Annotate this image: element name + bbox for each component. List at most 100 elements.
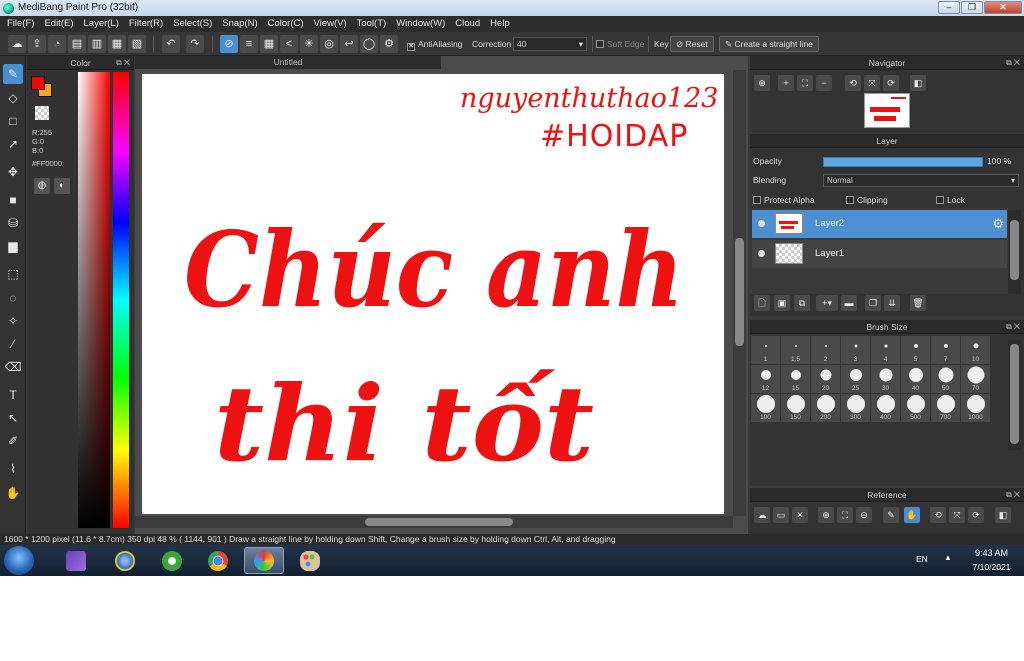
eyedropper-tool-icon[interactable]: ⌇: [3, 459, 23, 479]
menu-select[interactable]: Select(S): [168, 16, 217, 32]
brush-size-option[interactable]: 1: [751, 336, 780, 364]
comment-icon[interactable]: ◔: [48, 35, 66, 53]
layer-scrollbar[interactable]: [1008, 210, 1021, 294]
zoom-out-icon[interactable]: −: [816, 75, 832, 91]
taskbar-paint[interactable]: [290, 547, 330, 574]
reference-pen-icon[interactable]: ✎: [883, 507, 899, 523]
snap-ellipse-icon[interactable]: ◯: [360, 35, 378, 53]
panel-expand-icon[interactable]: ⧉ ✕: [116, 56, 130, 70]
manage-icon[interactable]: ▦: [108, 35, 126, 53]
lasso-tool-icon[interactable]: ◌: [3, 288, 23, 308]
hand-tool-icon[interactable]: ✋: [3, 483, 23, 503]
layer-item[interactable]: Layer2 ⚙: [752, 210, 1007, 238]
menu-edit[interactable]: Edit(E): [39, 16, 78, 32]
clock-date[interactable]: 7/10/2021: [964, 562, 1019, 572]
cloud-icon[interactable]: ☁: [8, 35, 26, 53]
delete-layer-trash-icon[interactable]: 🗑: [910, 295, 926, 311]
reference-rotate-right-icon[interactable]: ⟳: [968, 507, 984, 523]
reference-rotate-left-icon[interactable]: ⟲: [930, 507, 946, 523]
merge-icon[interactable]: ⇊: [884, 295, 900, 311]
brush-size-option[interactable]: 3: [841, 336, 870, 364]
layer-settings-gear-icon[interactable]: ⚙: [992, 210, 1004, 238]
snap-cross-icon[interactable]: ▦: [260, 35, 278, 53]
add-layer-menu-icon[interactable]: +▾: [816, 295, 838, 311]
bucket-tool-icon[interactable]: ⛁: [3, 213, 23, 233]
vertical-scrollbar[interactable]: [733, 70, 746, 516]
duplicate-icon[interactable]: ❐: [865, 295, 881, 311]
menu-layer[interactable]: Layer(L): [79, 16, 124, 32]
brush-size-option[interactable]: 70: [961, 365, 990, 393]
reference-zoom-out-icon[interactable]: ⊖: [856, 507, 872, 523]
reference-open-folder-icon[interactable]: ▭: [773, 507, 789, 523]
rotate-right-icon[interactable]: ⟳: [883, 75, 899, 91]
start-button[interactable]: [4, 546, 34, 575]
new-halftone-layer-icon[interactable]: ▣: [774, 295, 790, 311]
brush-size-option[interactable]: 500: [901, 394, 930, 422]
taskbar-chrome[interactable]: [198, 547, 238, 574]
correction-select[interactable]: 40 ▾: [513, 37, 587, 51]
brush-size-option[interactable]: 30: [871, 365, 900, 393]
snap-curve-icon[interactable]: ↩: [340, 35, 358, 53]
select-eraser-tool-icon[interactable]: ⌫: [3, 357, 23, 377]
minimize-button[interactable]: –: [938, 1, 960, 14]
chat-icon[interactable]: ▤: [68, 35, 86, 53]
brush-size-option[interactable]: 150: [781, 394, 810, 422]
shape-fill-tool-icon[interactable]: ■: [3, 190, 23, 210]
brush-size-option[interactable]: 400: [871, 394, 900, 422]
menu-tool[interactable]: Tool(T): [352, 16, 392, 32]
brush-size-scrollbar[interactable]: [1008, 340, 1021, 450]
panel-expand-icon[interactable]: ⧉ ✕: [1006, 320, 1020, 334]
snap-parallel-icon[interactable]: ≡: [240, 35, 258, 53]
brush-size-option[interactable]: 200: [811, 394, 840, 422]
menu-help[interactable]: Help: [485, 16, 515, 32]
snap-off-icon[interactable]: ⊘: [220, 35, 238, 53]
menu-cloud[interactable]: Cloud: [450, 16, 485, 32]
horizontal-scrollbar[interactable]: [135, 516, 733, 528]
new-layer-icon[interactable]: 🗋: [754, 295, 770, 311]
brush-size-option[interactable]: 15: [781, 365, 810, 393]
taskbar-medibang[interactable]: [244, 547, 284, 574]
menu-window[interactable]: Window(W): [391, 16, 450, 32]
taskbar-visual-studio[interactable]: [56, 547, 96, 574]
maximize-button[interactable]: ❐: [961, 1, 983, 14]
close-button[interactable]: ✕: [984, 1, 1022, 14]
soft-edge-checkbox[interactable]: [596, 40, 604, 48]
panel-expand-icon[interactable]: ⧉ ✕: [1006, 56, 1020, 70]
brush-size-option[interactable]: 4: [871, 336, 900, 364]
dot-tool-icon[interactable]: □: [3, 111, 23, 131]
undo-icon[interactable]: ↶: [162, 35, 180, 53]
reference-hand-icon[interactable]: ✋: [904, 507, 920, 523]
move-tool-icon[interactable]: ✥: [3, 162, 23, 182]
taskbar-coccoc[interactable]: [152, 547, 192, 574]
language-indicator[interactable]: EN: [916, 554, 928, 564]
gradient-tool-icon[interactable]: ▆: [3, 236, 23, 256]
reference-fit-icon[interactable]: ⛶: [837, 507, 853, 523]
operation-tool-icon[interactable]: ↖: [3, 408, 23, 428]
snap-radial-icon[interactable]: ✳: [300, 35, 318, 53]
hue-bar[interactable]: [113, 72, 129, 528]
snap-vanish-icon[interactable]: <: [280, 35, 298, 53]
copy-layer-icon[interactable]: ⧉: [794, 295, 810, 311]
reference-mirror-icon[interactable]: ◧: [995, 507, 1011, 523]
brush-size-option[interactable]: 1000: [961, 394, 990, 422]
rotate-left-icon[interactable]: ⟲: [845, 75, 861, 91]
brush-size-option[interactable]: 10: [961, 336, 990, 364]
tray-arrow-icon[interactable]: ▲: [944, 553, 952, 562]
brush-size-option[interactable]: 50: [931, 365, 960, 393]
text-tool-icon[interactable]: T: [3, 385, 23, 405]
share-icon[interactable]: ⇪: [28, 35, 46, 53]
transparent-color-swatch[interactable]: [35, 106, 49, 120]
brush-size-option[interactable]: 7: [931, 336, 960, 364]
brush-tool-icon[interactable]: ✎: [3, 64, 23, 84]
antialiasing-checkbox[interactable]: ✕: [407, 43, 415, 51]
fit-icon[interactable]: ⛶: [797, 75, 813, 91]
zoom-plus-icon[interactable]: +: [778, 75, 794, 91]
taskbar-internet-explorer[interactable]: [105, 547, 145, 574]
create-straight-line-button[interactable]: ✎ Create a straight line: [719, 36, 819, 52]
canvas[interactable]: nguyenthuthao123 #HOIDAP Chúc anh thi tố…: [142, 74, 724, 514]
clock-time[interactable]: 9:43 AM: [964, 548, 1019, 558]
document-tab[interactable]: Untitled: [135, 56, 441, 69]
brush-size-option[interactable]: 40: [901, 365, 930, 393]
mirror-icon[interactable]: ◧: [910, 75, 926, 91]
brush-size-option[interactable]: 12: [751, 365, 780, 393]
